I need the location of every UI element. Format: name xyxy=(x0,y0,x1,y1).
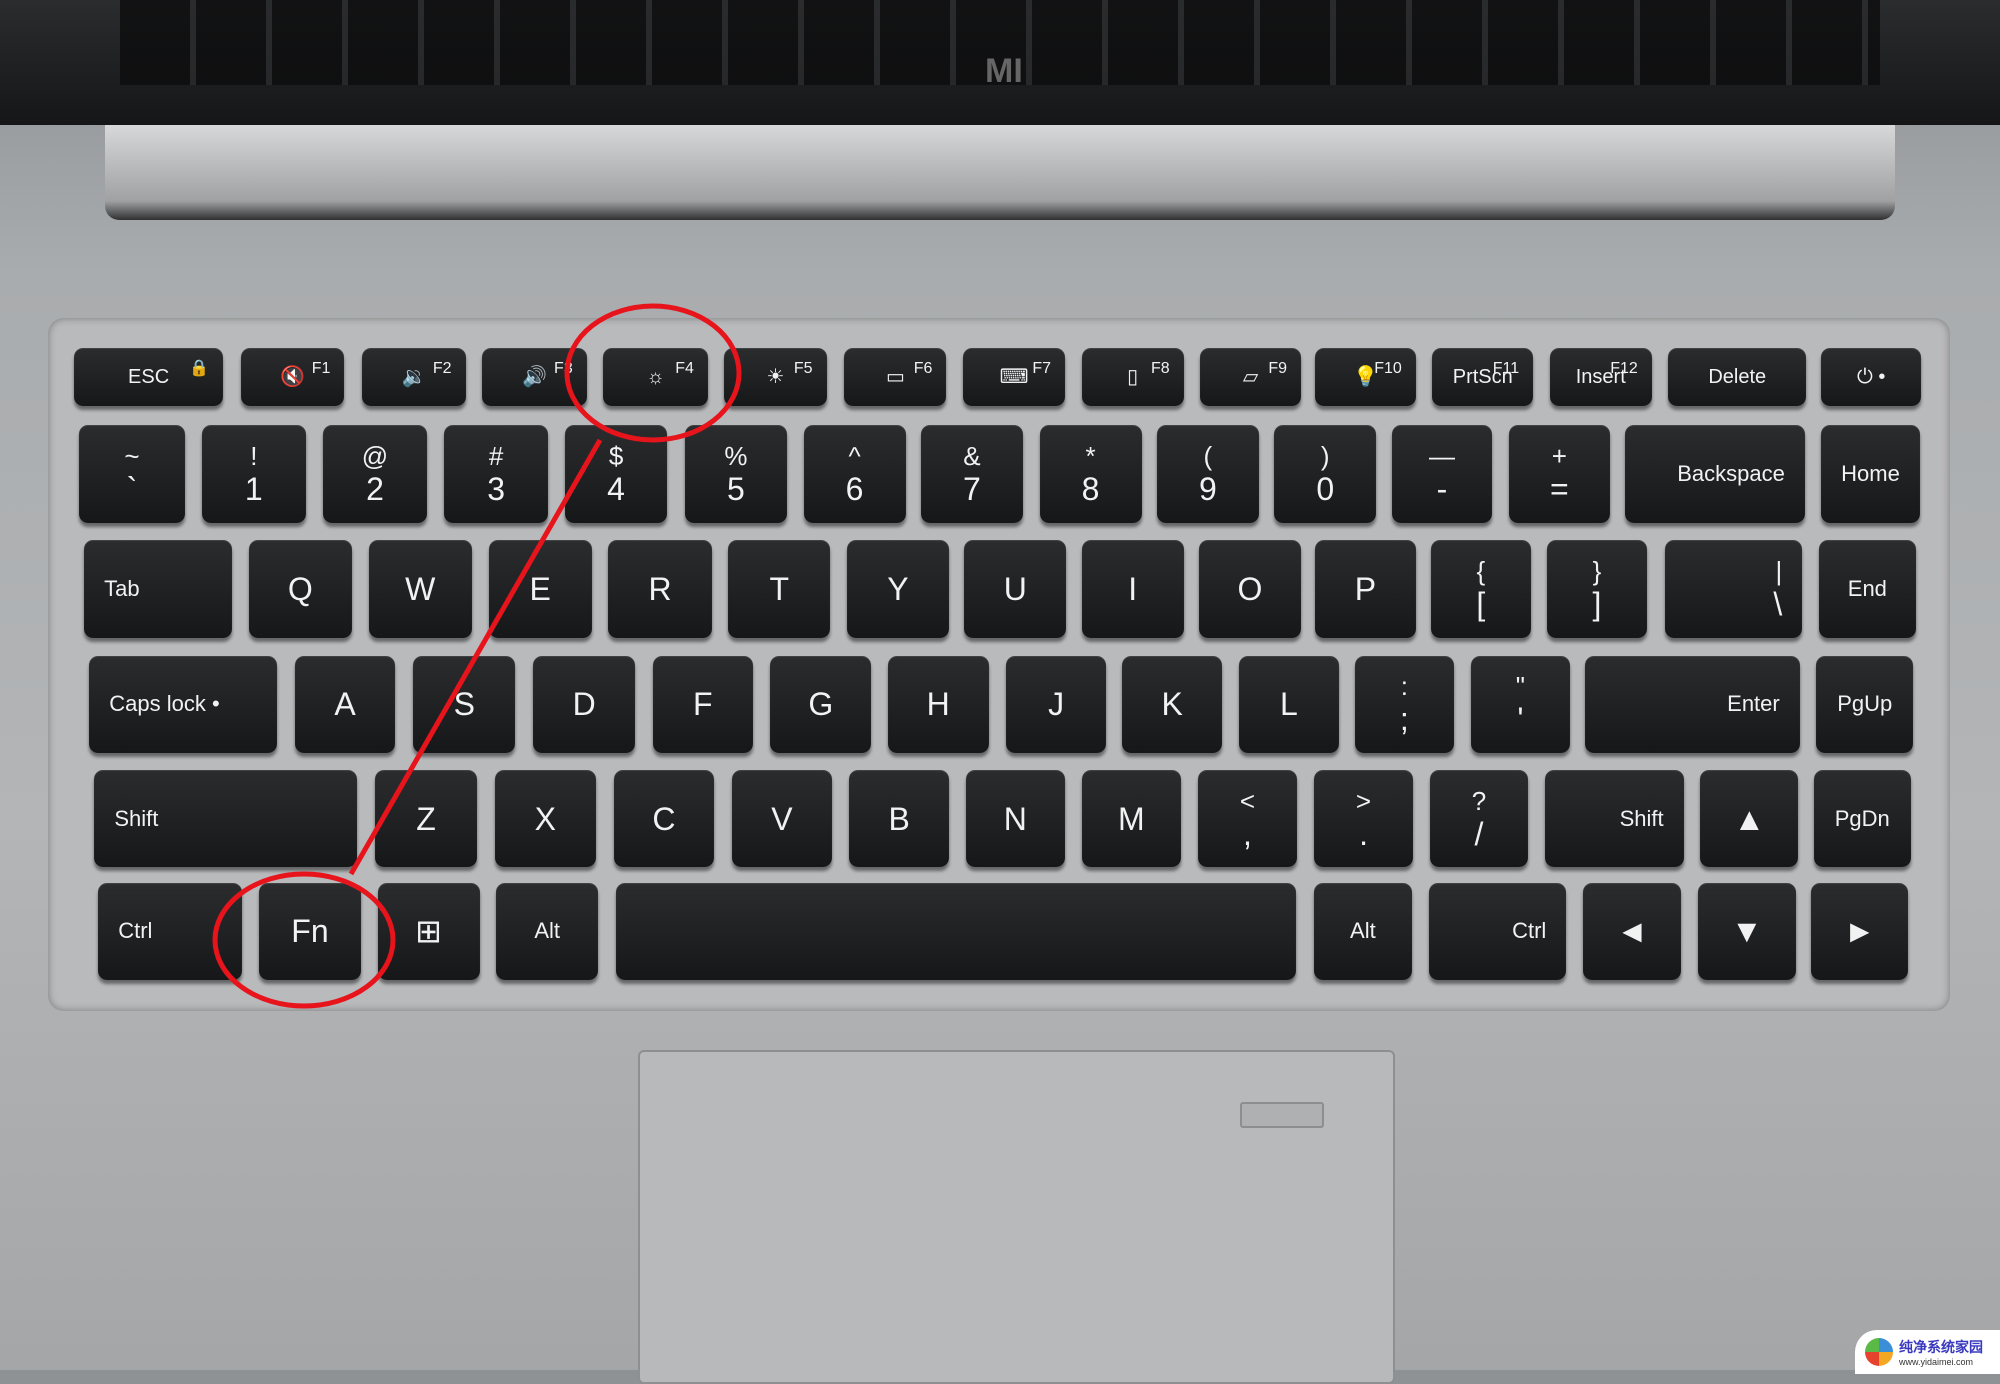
watermark: 纯净系统家园 www.yidaimei.com xyxy=(1855,1330,2000,1374)
watermark-logo-icon xyxy=(1865,1338,1893,1366)
watermark-title: 纯净系统家园 xyxy=(1899,1339,1983,1355)
annotation-overlay xyxy=(212,303,742,1009)
fn-highlight-circle xyxy=(212,871,396,1009)
connector-line xyxy=(348,438,603,876)
f4-highlight-circle xyxy=(564,303,742,443)
watermark-url: www.yidaimei.com xyxy=(1899,1357,1974,1367)
